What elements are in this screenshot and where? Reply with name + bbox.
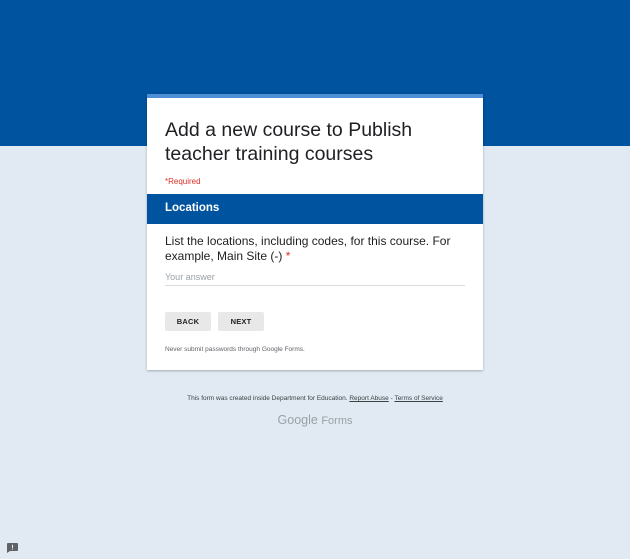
section-header: Locations <box>147 194 483 224</box>
feedback-icon-graphic <box>7 543 18 553</box>
feedback-icon[interactable] <box>7 540 18 553</box>
locations-answer-input[interactable] <box>165 269 465 286</box>
back-button[interactable]: BACK <box>165 312 211 331</box>
terms-of-service-link[interactable]: Terms of Service <box>394 395 442 402</box>
question-text: List the locations, including codes, for… <box>165 234 451 263</box>
form-title: Add a new course to Publish teacher trai… <box>165 119 413 165</box>
google-forms-logo[interactable]: Google Forms <box>0 413 630 427</box>
report-abuse-link[interactable]: Report Abuse <box>349 395 388 402</box>
form-card: Add a new course to Publish teacher trai… <box>147 94 483 370</box>
brand-forms: Forms <box>321 415 353 427</box>
next-button[interactable]: NEXT <box>218 312 264 331</box>
footer-created-text: This form was created inside Department … <box>187 395 348 402</box>
required-marker: * <box>285 248 291 263</box>
question-label: List the locations, including codes, for… <box>165 234 469 263</box>
password-warning: Never submit passwords through Google Fo… <box>165 346 305 353</box>
footer-separator: - <box>390 395 393 402</box>
section-title: Locations <box>165 202 220 214</box>
required-note: *Required <box>165 177 201 186</box>
brand-google: Google <box>277 413 318 427</box>
footer-text: This form was created inside Department … <box>0 395 630 402</box>
